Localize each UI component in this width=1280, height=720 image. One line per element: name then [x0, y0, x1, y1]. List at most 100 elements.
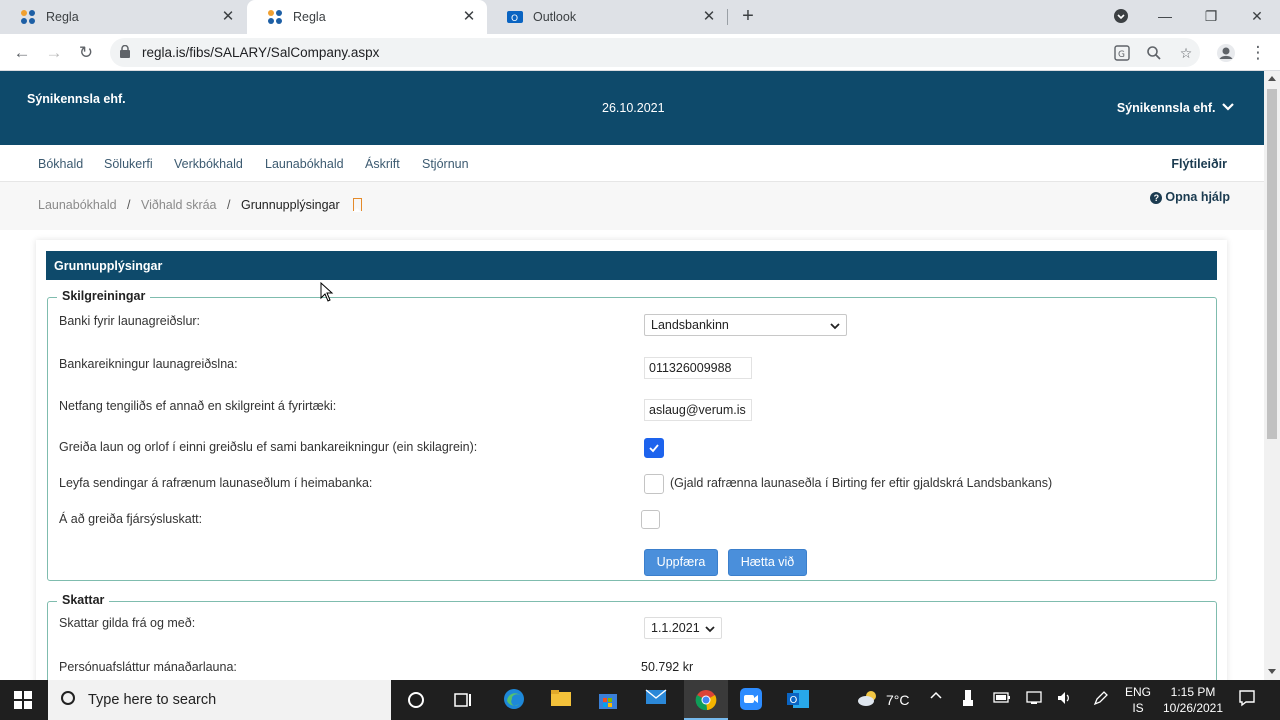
system-clock[interactable]: 1:15 PM 10/26/2021 [1158, 684, 1228, 716]
browser-toolbar: ← → ↻ regla.is/fibs/SALARY/SalCompany.as… [0, 34, 1280, 71]
tax-checkbox[interactable] [641, 510, 660, 529]
scroll-down-icon[interactable] [1268, 669, 1276, 674]
battery-icon[interactable] [993, 690, 1011, 707]
svg-text:O: O [790, 695, 798, 706]
update-button[interactable]: Uppfæra [644, 549, 718, 576]
e-payslip-checkbox[interactable] [644, 474, 664, 494]
close-tab-icon[interactable]: ✕ [461, 9, 477, 25]
browser-tab-3[interactable]: O Outlook ✕ [487, 0, 727, 34]
notification-icon[interactable] [1238, 689, 1256, 710]
back-icon[interactable]: ← [10, 41, 34, 65]
close-window-icon[interactable]: ✕ [1245, 4, 1269, 28]
breadcrumb-bar: Launabókhald / Viðhald skráa / Grunnuppl… [0, 182, 1264, 230]
nav-item-stjornun[interactable]: Stjórnun [422, 157, 469, 171]
menu-icon[interactable]: ⋮ [1246, 41, 1270, 65]
tax-label: Á að greiða fjársýsluskatt: [59, 512, 203, 526]
language-code: ENG [1124, 685, 1151, 699]
valid-from-select[interactable]: 1.1.2021 [644, 617, 722, 639]
bookmark-icon[interactable] [353, 198, 363, 212]
windows-taskbar: Type here to search O 7°C ENG IS 1:15 PM… [0, 680, 1280, 720]
search-icon [61, 691, 75, 705]
nav-item-verkbokhald[interactable]: Verkbókhald [174, 157, 243, 171]
language-indicator[interactable]: ENG IS [1124, 684, 1152, 716]
restore-icon[interactable]: ❐ [1199, 4, 1223, 28]
chrome-icon[interactable] [684, 680, 728, 720]
browser-tab-title: Regla [293, 10, 326, 24]
translate-icon[interactable]: G [1112, 43, 1132, 63]
show-hidden-icons-icon[interactable] [930, 690, 942, 705]
taskbar-search[interactable]: Type here to search [48, 680, 391, 720]
zoom-app-icon[interactable] [739, 688, 763, 712]
help-link[interactable]: ? Opna hjálp [1150, 190, 1230, 204]
nav-item-bokhald[interactable]: Bókhald [38, 157, 83, 171]
windows-start-icon[interactable] [14, 691, 32, 709]
file-explorer-icon[interactable] [549, 688, 573, 712]
company-menu-label: Sýnikennsla ehf. [1116, 101, 1216, 115]
reload-icon[interactable]: ↻ [74, 41, 98, 65]
mouse-cursor [320, 281, 334, 305]
page-scrollbar[interactable] [1264, 71, 1280, 680]
breadcrumb-launabokhald[interactable]: Launabókhald [38, 198, 117, 212]
nav-item-launabokhald[interactable]: Launabókhald [265, 157, 344, 171]
question-icon: ? [1150, 192, 1163, 204]
app-header: Sýnikennsla ehf. 26.10.2021 Sýnikennsla … [0, 71, 1264, 145]
tab-separator [727, 9, 728, 25]
mail-icon[interactable] [644, 688, 668, 712]
minimize-icon[interactable]: — [1153, 4, 1177, 28]
bank-select[interactable]: Landsbankinn [644, 314, 847, 336]
browser-tabbar: Regla ✕ Regla ✕ O Outlook ✕ + — ❐ ✕ [0, 0, 1280, 34]
profile-icon[interactable] [1214, 41, 1238, 65]
nav-item-solukerfi[interactable]: Sölukerfi [104, 157, 153, 171]
definitions-legend: Skilgreiningar [57, 289, 151, 303]
tab-search-icon[interactable] [1109, 4, 1133, 28]
quick-links[interactable]: Flýtileiðir [1171, 157, 1227, 171]
account-input[interactable]: 011326009988 [644, 357, 752, 379]
task-view-icon[interactable] [451, 688, 475, 712]
volume-icon[interactable] [1056, 690, 1074, 709]
nav-item-askrift[interactable]: Áskrift [365, 157, 400, 171]
scroll-up-icon[interactable] [1268, 76, 1276, 81]
browser-tab-2[interactable]: Regla ✕ [247, 0, 487, 34]
scrollbar-thumb[interactable] [1267, 89, 1277, 439]
zoom-icon[interactable] [1144, 43, 1164, 63]
personal-allowance-label: Persónuafsláttur mánaðarlauna: [59, 660, 237, 674]
clock-time: 1:15 PM [1170, 685, 1216, 699]
cancel-button[interactable]: Hætta við [728, 549, 807, 576]
personal-allowance-value: 50.792 kr [641, 660, 694, 674]
url-text: regla.is/fibs/SALARY/SalCompany.aspx [142, 45, 380, 60]
weather-temp[interactable]: 7°C [886, 692, 910, 708]
help-label: Opna hjálp [1165, 190, 1230, 204]
forward-icon[interactable]: → [42, 41, 66, 65]
store-icon[interactable] [596, 688, 620, 712]
checkmark-icon [649, 444, 659, 453]
browser-tab-1[interactable]: Regla ✕ [0, 0, 246, 34]
svg-text:O: O [511, 14, 518, 24]
usb-icon[interactable] [962, 690, 974, 711]
outlook-favicon-icon: O [507, 9, 523, 25]
cortana-icon[interactable] [404, 688, 428, 712]
edge-icon[interactable] [502, 688, 526, 712]
header-date: 26.10.2021 [602, 101, 665, 115]
network-icon[interactable] [1025, 690, 1043, 709]
bank-label: Banki fyrir launagreiðslur: [59, 314, 201, 328]
settings-card: Grunnupplýsingar Skilgreiningar Banki fy… [36, 240, 1227, 680]
valid-from-label: Skattar gilda frá og með: [59, 616, 196, 630]
breadcrumb-vidhald[interactable]: Viðhald skráa [141, 198, 217, 212]
weather-icon[interactable] [857, 689, 879, 710]
lock-icon [120, 44, 130, 58]
email-input[interactable]: aslaug@verum.is [644, 399, 752, 421]
new-tab-icon[interactable]: + [738, 6, 758, 26]
address-bar[interactable]: regla.is/fibs/SALARY/SalCompany.aspx G ☆ [110, 38, 1200, 67]
chevron-down-icon [830, 318, 840, 334]
breadcrumb-current: Grunnupplýsingar [240, 198, 340, 212]
bookmark-star-icon[interactable]: ☆ [1176, 43, 1196, 63]
keyboard-layout: IS [1132, 701, 1144, 715]
single-payment-checkbox[interactable] [644, 438, 664, 458]
close-tab-icon[interactable]: ✕ [701, 9, 717, 25]
clock-date: 10/26/2021 [1162, 701, 1224, 715]
pen-icon[interactable] [1093, 690, 1109, 709]
close-tab-icon[interactable]: ✕ [220, 9, 236, 25]
outlook-app-icon[interactable]: O [786, 688, 810, 712]
account-label: Bankareikningur launagreiðslna: [59, 357, 238, 371]
company-menu[interactable]: Sýnikennsla ehf. [1117, 101, 1234, 115]
